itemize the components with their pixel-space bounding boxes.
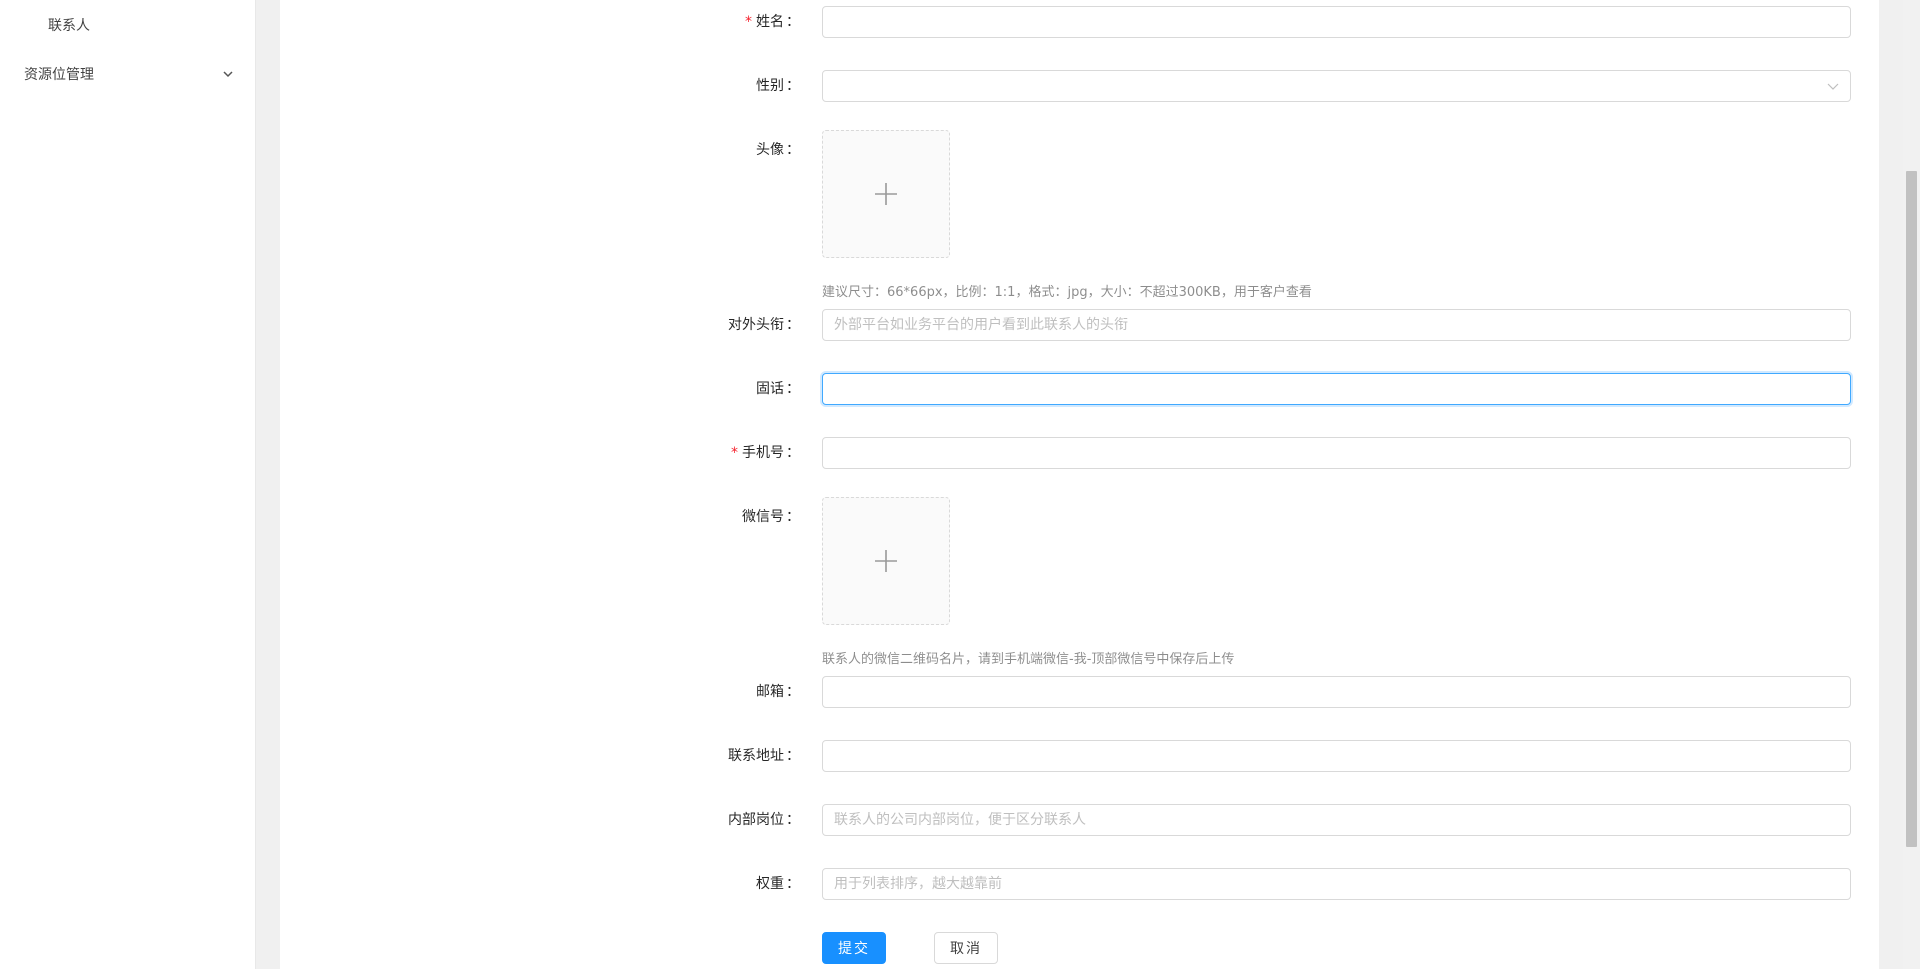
submit-button[interactable]: 提交 xyxy=(822,932,886,964)
plus-icon xyxy=(875,183,897,205)
form-panel: *姓名： 性别： 头像： 建议尺寸：66*66px，比例：1:1，格式：jpg xyxy=(280,0,1879,969)
sidebar-item-contacts[interactable]: 联系人 xyxy=(0,5,255,45)
weight-label: 权重： xyxy=(756,876,800,892)
wechat-upload[interactable] xyxy=(822,497,950,625)
gender-select[interactable] xyxy=(822,70,1851,102)
name-input[interactable] xyxy=(822,6,1851,38)
sidebar-item-label: 联系人 xyxy=(48,18,90,34)
landline-label: 固话： xyxy=(756,381,800,397)
avatar-label: 头像： xyxy=(756,142,800,158)
sidebar-item-resource-management[interactable]: 资源位管理 xyxy=(0,54,255,94)
title-input[interactable] xyxy=(822,309,1851,341)
cancel-button[interactable]: 取消 xyxy=(934,932,998,964)
name-label: * 姓名： xyxy=(745,14,800,30)
email-input[interactable] xyxy=(822,676,1851,708)
required-mark: * xyxy=(745,14,752,30)
sidebar: 联系人 资源位管理 xyxy=(0,0,256,969)
position-input[interactable] xyxy=(822,804,1851,836)
wechat-label: 微信号： xyxy=(742,509,800,525)
position-label: 内部岗位： xyxy=(728,812,800,828)
landline-input[interactable] xyxy=(822,373,1851,405)
gender-label: 性别： xyxy=(756,78,800,94)
scrollbar-thumb[interactable] xyxy=(1906,171,1917,847)
wechat-hint: 联系人的微信二维码名片，请到手机端微信-我-顶部微信号中保存后上传 xyxy=(822,652,1235,667)
sidebar-item-label: 资源位管理 xyxy=(24,67,94,83)
address-input[interactable] xyxy=(822,740,1851,772)
email-label: 邮箱： xyxy=(756,684,800,700)
chevron-down-icon xyxy=(1827,83,1839,90)
title-label: 对外头衔： xyxy=(728,317,800,333)
avatar-hint: 建议尺寸：66*66px，比例：1:1，格式：jpg，大小：不超过300KB，用… xyxy=(822,285,1312,300)
required-mark: * xyxy=(731,445,738,461)
mobile-input[interactable] xyxy=(822,437,1851,469)
avatar-upload[interactable] xyxy=(822,130,950,258)
weight-input[interactable] xyxy=(822,868,1851,900)
address-label: 联系地址： xyxy=(728,748,800,764)
mobile-label: * 手机号： xyxy=(731,445,800,461)
plus-icon xyxy=(875,550,897,572)
chevron-down-icon xyxy=(223,71,233,78)
